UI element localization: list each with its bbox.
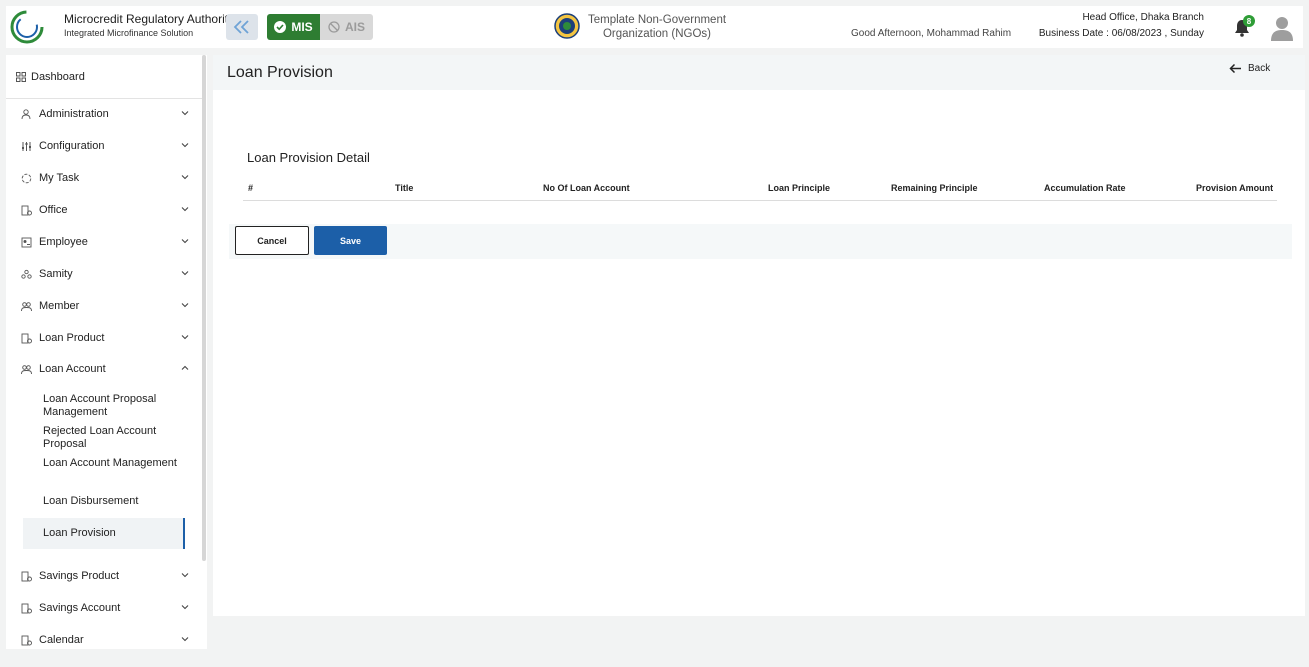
arrow-left-icon	[1229, 63, 1241, 74]
column-header: Title	[395, 183, 414, 193]
sidebar-item-label: Samity	[39, 268, 73, 280]
table-header: # Title No Of Loan Account Loan Principl…	[243, 179, 1277, 201]
ngo-name-line1: Template Non-Government	[587, 14, 727, 26]
sidebar-item-member[interactable]: Member	[20, 296, 190, 316]
collapse-sidebar-button[interactable]	[226, 14, 258, 40]
sidebar-item-label: Calendar	[39, 634, 84, 646]
member-icon	[20, 300, 32, 312]
org-title: Microcredit Regulatory Authority	[64, 12, 235, 26]
chevron-down-icon	[181, 111, 189, 116]
sidebar-item-savings-product[interactable]: Savings Product	[20, 566, 190, 586]
samity-icon	[20, 268, 32, 280]
mra-logo	[10, 10, 44, 44]
mis-mode-button[interactable]: MIS	[267, 14, 320, 40]
sidebar-item-label: My Task	[39, 172, 80, 184]
cancel-button[interactable]: Cancel	[235, 226, 309, 255]
main-content: Loan Provision Back Loan Provision Detai…	[213, 55, 1305, 616]
product-icon	[20, 332, 32, 344]
ais-mode-button[interactable]: AIS	[320, 14, 373, 40]
account-icon	[20, 363, 32, 375]
product-icon	[20, 570, 32, 582]
sidebar-item-label: Office	[39, 204, 68, 216]
sidebar-item-label: Loan Account	[39, 363, 106, 375]
mis-label: MIS	[291, 20, 313, 34]
block-icon	[328, 21, 340, 33]
back-label: Back	[1248, 63, 1271, 74]
user-avatar-icon[interactable]	[1270, 15, 1294, 41]
chevron-down-icon	[181, 335, 189, 340]
column-header: No Of Loan Account	[543, 183, 630, 193]
chevron-up-icon	[181, 365, 189, 370]
sidebar-item-label: Dashboard	[31, 70, 85, 83]
sidebar-item-label: Administration	[39, 108, 109, 120]
account-icon	[20, 602, 32, 614]
column-header: Accumulation Rate	[1044, 183, 1126, 193]
org-subtitle: Integrated Microfinance Solution	[64, 28, 194, 38]
sidebar-item-label: Employee	[39, 236, 88, 248]
sliders-icon	[20, 140, 32, 152]
sidebar-item-label: Savings Account	[39, 602, 121, 614]
notification-count-badge: 8	[1243, 15, 1255, 27]
sidebar-item-my-task[interactable]: My Task	[20, 168, 190, 188]
top-header: Microcredit Regulatory Authority Integra…	[6, 6, 1303, 48]
mode-toggle: MIS AIS	[267, 14, 373, 40]
submenu-item-rejected-loan-account-proposal[interactable]: Rejected Loan Account Proposal	[43, 425, 183, 451]
grid-icon	[16, 71, 26, 82]
check-circle-icon	[274, 21, 287, 33]
calendar-icon	[20, 634, 32, 646]
ngo-name: Template Non-Government Organization (NG…	[584, 13, 730, 41]
admin-icon	[20, 108, 32, 120]
column-header: #	[248, 183, 254, 193]
chevron-down-icon	[181, 175, 189, 180]
chevron-down-icon	[181, 637, 189, 642]
sidebar-item-employee[interactable]: Employee	[20, 232, 190, 252]
column-header: Remaining Principle	[891, 183, 978, 193]
section-title: Loan Provision Detail	[247, 150, 370, 165]
sidebar-item-label: Configuration	[39, 140, 105, 152]
sidebar-item-configuration[interactable]: Configuration	[20, 136, 190, 156]
submenu-item-loan-disbursement[interactable]: Loan Disbursement	[43, 495, 183, 508]
sidebar-item-label: Member	[39, 300, 80, 312]
column-header: Provision Amount	[1196, 183, 1274, 193]
chevron-down-icon	[181, 303, 189, 308]
office-icon	[20, 204, 32, 216]
user-greeting: Good Afternoon, Mohammad Rahim	[851, 28, 1012, 39]
branch-name: Head Office, Dhaka Branch	[1082, 12, 1204, 23]
ngo-name-line2: Organization (NGOs)	[602, 28, 711, 40]
chevron-down-icon	[181, 605, 189, 610]
double-chevron-left-icon	[233, 20, 249, 34]
sidebar-item-dashboard[interactable]: Dashboard	[6, 55, 202, 99]
sidebar-item-loan-account[interactable]: Loan Account	[20, 359, 190, 379]
sidebar-item-loan-product[interactable]: Loan Product	[20, 328, 190, 348]
form-actions: Cancel Save	[229, 224, 1292, 259]
submenu-item-loan-account-management[interactable]: Loan Account Management	[43, 457, 183, 470]
chevron-down-icon	[181, 207, 189, 212]
business-date: Business Date : 06/08/2023 , Sunday	[1038, 28, 1204, 39]
sidebar-item-samity[interactable]: Samity	[20, 264, 190, 284]
page-title-bar: Loan Provision Back	[213, 55, 1305, 90]
column-header: Loan Principle	[768, 183, 831, 193]
page-title: Loan Provision	[227, 64, 333, 81]
government-seal-icon	[554, 13, 580, 39]
task-icon	[20, 172, 32, 184]
ais-label: AIS	[344, 20, 365, 34]
chevron-down-icon	[181, 573, 189, 578]
back-button[interactable]: Back	[1229, 63, 1270, 74]
chevron-down-icon	[181, 239, 189, 244]
save-button[interactable]: Save	[314, 226, 387, 255]
employee-icon	[20, 236, 32, 248]
submenu-item-loan-provision[interactable]: Loan Provision	[43, 527, 183, 540]
sidebar-scrollbar[interactable]	[202, 55, 206, 561]
chevron-down-icon	[181, 143, 189, 148]
chevron-down-icon	[181, 271, 189, 276]
sidebar-item-administration[interactable]: Administration	[20, 104, 190, 124]
sidebar: Dashboard Administration Configuration M…	[6, 55, 207, 649]
submenu-item-loan-account-proposal-management[interactable]: Loan Account Proposal Management	[43, 393, 183, 419]
sidebar-item-label: Loan Product	[39, 332, 105, 344]
sidebar-item-calendar[interactable]: Calendar	[20, 630, 190, 649]
sidebar-item-office[interactable]: Office	[20, 200, 190, 220]
sidebar-item-savings-account[interactable]: Savings Account	[20, 598, 190, 618]
sidebar-item-label: Savings Product	[39, 570, 120, 582]
